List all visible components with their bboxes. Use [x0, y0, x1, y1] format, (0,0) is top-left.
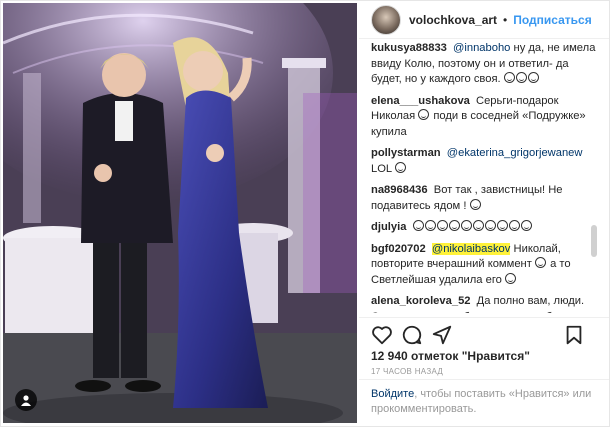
emoji-icon [424, 220, 436, 231]
avatar[interactable] [371, 4, 401, 35]
emoji-icon [460, 220, 472, 231]
emoji-icon [527, 72, 539, 83]
comment-author[interactable]: kukusya88833 [371, 42, 447, 54]
emoji-icon [469, 198, 481, 210]
comment-icon[interactable] [401, 324, 423, 346]
comments-list: kukusya88833 @innaboho ну да, не имела в… [371, 41, 597, 313]
user-tag-icon[interactable] [15, 389, 37, 411]
post-photo[interactable] [3, 3, 357, 423]
comment-author[interactable]: alena_koroleva_52 [371, 295, 471, 307]
emoji-icon [394, 161, 406, 173]
bookmark-icon[interactable] [563, 324, 585, 346]
comment-item: elena___ushakova Серьги-подарок Николая … [371, 94, 597, 141]
post-container: volochkova_art • Подписаться kukusya8883… [0, 0, 610, 427]
comment-author[interactable]: na8968436 [371, 184, 428, 196]
emoji-icon [418, 109, 430, 120]
login-link[interactable]: Войдите [371, 388, 414, 400]
follow-button[interactable]: Подписаться [513, 13, 591, 27]
comment-item: alena_koroleva_52 Да полно вам, люди. Он… [371, 294, 597, 313]
author-username[interactable]: volochkova_art [409, 13, 497, 27]
photo-scene [3, 3, 357, 423]
emoji-icon [520, 220, 532, 231]
emoji-icon [534, 257, 546, 268]
emoji-icon [515, 72, 527, 83]
emoji-icon [484, 220, 496, 231]
post-timestamp[interactable]: 17 ЧАСОВ НАЗАД [371, 367, 443, 376]
comment-item: na8968436 Вот так , завистницы! Не подав… [371, 183, 597, 214]
scrollbar-thumb[interactable] [591, 225, 597, 257]
comment-item: bgf020702 @nikolaibaskov Николай, повтор… [371, 242, 597, 289]
comment-mention[interactable]: @ekaterina_grigorjewanew [447, 147, 583, 159]
comment-item: kukusya88833 @innaboho ну да, не имела в… [371, 41, 597, 88]
post-side-panel: volochkova_art • Подписаться kukusya8883… [359, 1, 609, 427]
share-icon[interactable] [431, 324, 453, 346]
emoji-icon [496, 220, 508, 231]
action-bar [359, 317, 609, 347]
comment-author[interactable]: djulyia [371, 221, 406, 233]
emoji-icon [436, 220, 448, 231]
comment-item: pollystarman @ekaterina_grigorjewanew LO… [371, 146, 597, 177]
heart-icon[interactable] [371, 324, 393, 346]
post-header: volochkova_art • Подписаться [359, 1, 609, 39]
login-prompt: Войдите, чтобы поставить «Нравится» или … [359, 379, 609, 427]
comment-author[interactable]: elena___ushakova [371, 95, 470, 107]
emoji-icon [472, 220, 484, 231]
emoji-icon [504, 272, 516, 284]
emoji-icon [412, 220, 424, 231]
emoji-icon [448, 220, 460, 231]
header-separator: • [503, 12, 508, 27]
comment-mention[interactable]: @nikolaibaskov [431, 242, 511, 255]
emoji-icon [503, 72, 515, 83]
comment-author[interactable]: pollystarman [371, 147, 441, 159]
comment-text: LOL [371, 162, 392, 175]
comment-author[interactable]: bgf020702 [371, 243, 426, 255]
comment-mention[interactable]: @innaboho [453, 42, 510, 54]
comment-item: djulyia [371, 220, 597, 236]
emoji-icon [508, 220, 520, 231]
comments-scrollbar[interactable] [591, 45, 597, 257]
likes-count[interactable]: 12 940 отметок "Нравится" [371, 349, 530, 363]
